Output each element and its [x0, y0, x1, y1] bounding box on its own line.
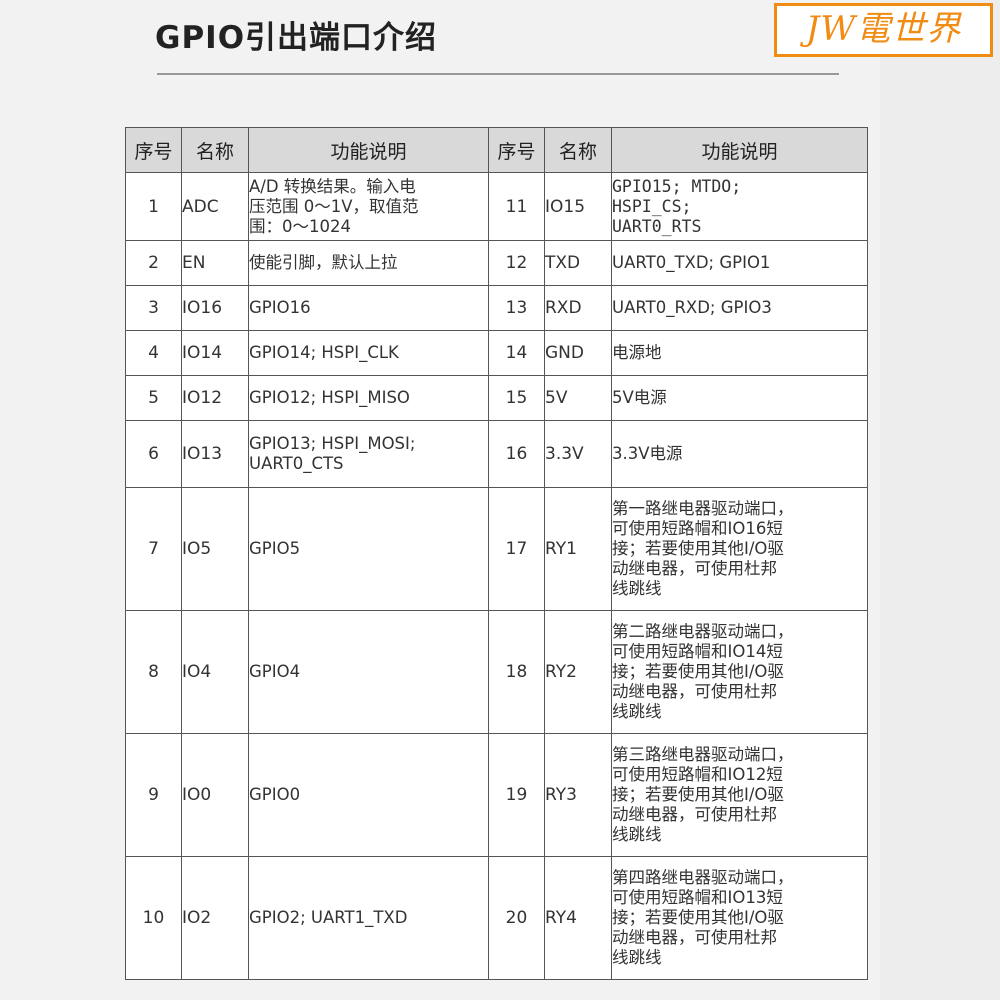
pin-name: ADC [181, 172, 249, 241]
pin-name: RY1 [544, 487, 612, 611]
pin-name: 5V [544, 375, 612, 421]
pin-index: 2 [125, 240, 182, 286]
pin-index: 9 [125, 733, 182, 857]
right-margin-strip [880, 0, 1000, 1000]
pin-name: IO0 [181, 733, 249, 857]
brand-logo: JW電世界 [774, 3, 993, 57]
pin-function: GPIO14; HSPI_CLK [248, 330, 489, 376]
table-row: 3 IO16 GPIO16 13 RXD UART0_RXD; GPIO3 [125, 285, 868, 331]
header-index-left: 序号 [125, 127, 182, 173]
pin-function: 使能引脚，默认上拉 [248, 240, 489, 286]
pin-function: 第一路继电器驱动端口， 可使用短路帽和IO16短 接；若要使用其他I/O驱 动继… [611, 487, 868, 611]
pin-function: UART0_TXD; GPIO1 [611, 240, 868, 286]
pin-index: 13 [488, 285, 545, 331]
pin-function: GPIO12; HSPI_MISO [248, 375, 489, 421]
pin-function: GPIO5 [248, 487, 489, 611]
table-row: 7 IO5 GPIO5 17 RY1 第一路继电器驱动端口， 可使用短路帽和IO… [125, 487, 868, 611]
header-name-right: 名称 [544, 127, 612, 173]
gpio-pin-table: 序号 名称 功能说明 序号 名称 功能说明 1 ADC A/D 转换结果。输入电… [125, 127, 868, 980]
pin-index: 8 [125, 610, 182, 734]
pin-function: 3.3V电源 [611, 420, 868, 488]
pin-name: IO2 [181, 856, 249, 980]
pin-name: IO14 [181, 330, 249, 376]
table-row: 5 IO12 GPIO12; HSPI_MISO 15 5V 5V电源 [125, 375, 868, 421]
pin-name: TXD [544, 240, 612, 286]
pin-index: 17 [488, 487, 545, 611]
pin-index: 4 [125, 330, 182, 376]
title-divider [157, 73, 839, 75]
table-header-row: 序号 名称 功能说明 序号 名称 功能说明 [125, 127, 868, 173]
pin-index: 1 [125, 172, 182, 241]
pin-function: GPIO4 [248, 610, 489, 734]
page-title: GPIO引出端口介绍 [155, 20, 438, 56]
pin-name: IO16 [181, 285, 249, 331]
pin-index: 7 [125, 487, 182, 611]
pin-name: RY4 [544, 856, 612, 980]
pin-index: 12 [488, 240, 545, 286]
pin-index: 14 [488, 330, 545, 376]
pin-index: 19 [488, 733, 545, 857]
pin-name: RY2 [544, 610, 612, 734]
table-row: 4 IO14 GPIO14; HSPI_CLK 14 GND 电源地 [125, 330, 868, 376]
header-name-left: 名称 [181, 127, 249, 173]
table-row: 6 IO13 GPIO13; HSPI_MOSI; UART0_CTS 16 3… [125, 420, 868, 488]
pin-index: 11 [488, 172, 545, 241]
table-row: 9 IO0 GPIO0 19 RY3 第三路继电器驱动端口， 可使用短路帽和IO… [125, 733, 868, 857]
pin-function: GPIO16 [248, 285, 489, 331]
header-function-right: 功能说明 [611, 127, 868, 173]
pin-function: UART0_RXD; GPIO3 [611, 285, 868, 331]
pin-function: GPIO2; UART1_TXD [248, 856, 489, 980]
pin-index: 16 [488, 420, 545, 488]
pin-function: 电源地 [611, 330, 868, 376]
table-row: 1 ADC A/D 转换结果。输入电 压范围 0～1V，取值范 围：0～1024… [125, 172, 868, 241]
pin-name: RXD [544, 285, 612, 331]
pin-index: 5 [125, 375, 182, 421]
pin-index: 15 [488, 375, 545, 421]
table-row: 8 IO4 GPIO4 18 RY2 第二路继电器驱动端口， 可使用短路帽和IO… [125, 610, 868, 734]
pin-function: 第四路继电器驱动端口， 可使用短路帽和IO13短 接；若要使用其他I/O驱 动继… [611, 856, 868, 980]
pin-name: EN [181, 240, 249, 286]
pin-index: 6 [125, 420, 182, 488]
pin-name: GND [544, 330, 612, 376]
pin-index: 20 [488, 856, 545, 980]
pin-function: 5V电源 [611, 375, 868, 421]
pin-name: IO4 [181, 610, 249, 734]
pin-name: IO5 [181, 487, 249, 611]
table-row: 10 IO2 GPIO2; UART1_TXD 20 RY4 第四路继电器驱动端… [125, 856, 868, 980]
header-index-right: 序号 [488, 127, 545, 173]
pin-name: IO13 [181, 420, 249, 488]
pin-name: RY3 [544, 733, 612, 857]
pin-function: GPIO0 [248, 733, 489, 857]
pin-index: 3 [125, 285, 182, 331]
pin-index: 18 [488, 610, 545, 734]
pin-index: 10 [125, 856, 182, 980]
pin-function: 第二路继电器驱动端口， 可使用短路帽和IO14短 接；若要使用其他I/O驱 动继… [611, 610, 868, 734]
pin-name: 3.3V [544, 420, 612, 488]
pin-function: A/D 转换结果。输入电 压范围 0～1V，取值范 围：0～1024 [248, 172, 489, 241]
pin-function: GPIO13; HSPI_MOSI; UART0_CTS [248, 420, 489, 488]
pin-function: GPIO15; MTDO; HSPI_CS; UART0_RTS [611, 172, 868, 241]
pin-function: 第三路继电器驱动端口， 可使用短路帽和IO12短 接；若要使用其他I/O驱 动继… [611, 733, 868, 857]
header-function-left: 功能说明 [248, 127, 489, 173]
table-row: 2 EN 使能引脚，默认上拉 12 TXD UART0_TXD; GPIO1 [125, 240, 868, 286]
pin-name: IO12 [181, 375, 249, 421]
pin-name: IO15 [544, 172, 612, 241]
